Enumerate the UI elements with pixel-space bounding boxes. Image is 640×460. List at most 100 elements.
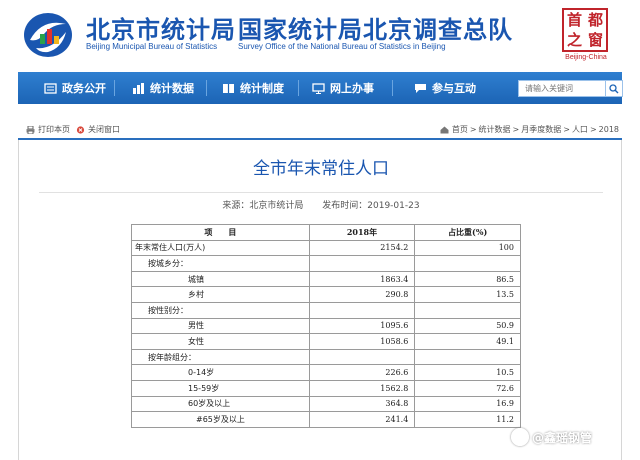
- article-content: 全市年末常住人口 来源：北京市统计局 发布时间：2019-01-23 项 目 2…: [18, 140, 622, 460]
- table-row: 按城乡分：: [131, 255, 521, 272]
- title-divider: [39, 192, 603, 193]
- search-button[interactable]: [606, 80, 623, 97]
- close-window-label: 关闭窗口: [88, 125, 120, 134]
- cell-item: 年末常住人口(万人): [131, 239, 310, 257]
- close-icon: [76, 125, 85, 134]
- cell-value-2018: 226.6: [308, 364, 416, 381]
- cell-share: [414, 301, 521, 319]
- column-header-share: 占比重(%): [414, 224, 521, 241]
- print-page-label: 打印本页: [38, 125, 70, 134]
- breadcrumb-2018[interactable]: 2018: [599, 125, 619, 134]
- cell-share: 49.1: [414, 333, 521, 350]
- table-row: 城镇 1863.4 86.5: [131, 270, 521, 288]
- nav-item-online-services[interactable]: 网上办事: [312, 72, 374, 104]
- close-window-link[interactable]: 关闭窗口: [76, 124, 120, 135]
- print-page-link[interactable]: 打印本页: [26, 124, 70, 135]
- table-header-row: 项 目 2018年 占比重(%): [131, 224, 521, 241]
- cell-share: 50.9: [414, 317, 521, 335]
- table-row: 男性 1095.6 50.9: [131, 317, 521, 335]
- cell-value-2018: [308, 301, 416, 319]
- breadcrumb-population[interactable]: 人口: [572, 124, 588, 135]
- nav-item-label: 统计数据: [150, 82, 194, 95]
- cell-value-2018: 1058.6: [308, 333, 416, 350]
- seal-char-3: 之: [566, 30, 582, 49]
- seal-char-2: 都: [587, 10, 603, 29]
- cell-item: 按城乡分：: [131, 255, 310, 272]
- table-row: #65岁及以上 241.4 11.2: [131, 411, 521, 428]
- column-header-2018: 2018年: [308, 224, 416, 241]
- nav-item-label: 参与互动: [432, 82, 476, 95]
- cell-value-2018: 1562.8: [308, 379, 416, 397]
- table-row: 年末常住人口(万人) 2154.2 100: [131, 239, 521, 257]
- population-table: 项 目 2018年 占比重(%) 年末常住人口(万人) 2154.2 100 按城乡分…: [131, 224, 521, 428]
- article-source: 来源：北京市统计局: [222, 201, 304, 211]
- bar-chart-icon: [133, 82, 144, 94]
- bureau-logo-icon: [24, 13, 72, 57]
- table-body: 年末常住人口(万人) 2154.2 100 按城乡分： 城镇 1863.4 86.5 乡村 29…: [131, 239, 521, 428]
- chat-icon: [415, 83, 426, 93]
- cell-value-2018: [308, 255, 416, 272]
- seal-char-4: 窗: [587, 30, 603, 49]
- watermark: @鑫瑶钢管: [511, 428, 592, 446]
- cell-value-2018: [308, 348, 416, 366]
- nav-item-government-affairs[interactable]: 政务公开: [44, 72, 106, 104]
- cell-share: 16.9: [414, 395, 521, 413]
- cell-share: 86.5: [414, 270, 521, 288]
- nav-divider: [392, 80, 393, 96]
- cell-item: 女性: [131, 333, 310, 350]
- table-row: 60岁及以上 364.8 16.9: [131, 395, 521, 413]
- nav-item-participation[interactable]: 参与互动: [414, 72, 476, 104]
- home-icon: [440, 126, 449, 133]
- table-row: 女性 1058.6 49.1: [131, 333, 521, 350]
- breadcrumb-home[interactable]: 首页: [452, 124, 468, 135]
- main-nav: 政务公开 统计数据 统计制度 网上办事 参与互动: [18, 72, 623, 104]
- seal-caption: Beijing-China: [565, 54, 607, 61]
- table-row: 15-59岁 1562.8 72.6: [131, 379, 521, 397]
- watermark-text: @鑫瑶钢管: [532, 430, 593, 445]
- cell-value-2018: 241.4: [308, 411, 416, 428]
- cell-item: 60岁及以上: [131, 395, 310, 413]
- cell-value-2018: 290.8: [308, 286, 416, 303]
- nav-item-statistical-system[interactable]: 统计制度: [222, 72, 284, 104]
- site-header: 北京市统计局 Beijing Municipal Bureau of Stati…: [0, 0, 640, 72]
- bureau-name-en: Beijing Municipal Bureau of Statistics: [86, 42, 218, 51]
- book-icon: [223, 83, 234, 93]
- tool-row: 打印本页 关闭窗口 首页 > 统计数据 > 月季度数据 > 人口 > 2018: [18, 118, 622, 140]
- article-published-time: 发布时间：2019-01-23: [322, 201, 420, 211]
- cell-share: 100: [414, 239, 521, 257]
- cell-item: 按年龄组分：: [131, 348, 310, 366]
- nav-item-statistical-data[interactable]: 统计数据: [132, 72, 194, 104]
- cell-item: 男性: [131, 317, 310, 335]
- article-meta: 来源：北京市统计局 发布时间：2019-01-23: [19, 198, 623, 211]
- breadcrumb-monthly-quarterly-data[interactable]: 月季度数据: [521, 124, 561, 135]
- printer-icon: [26, 125, 35, 134]
- cell-item: 乡村: [131, 286, 310, 303]
- table-row: 按性别分：: [131, 301, 521, 319]
- cell-item: 城镇: [131, 270, 310, 288]
- nav-divider: [114, 80, 115, 96]
- table-row: 0-14岁 226.6 10.5: [131, 364, 521, 381]
- cell-item: 按性别分：: [131, 301, 310, 319]
- cell-value-2018: 1863.4: [308, 270, 416, 288]
- cell-value-2018: 364.8: [308, 395, 416, 413]
- capital-window-seal[interactable]: 首 都 之 窗: [562, 8, 608, 52]
- page-title: 全市年末常住人口: [253, 159, 389, 179]
- cell-share: 72.6: [414, 379, 521, 397]
- monitor-icon: [312, 82, 325, 94]
- nav-divider: [206, 80, 207, 96]
- cell-share: 11.2: [414, 411, 521, 428]
- survey-office-name-cn: 国家统计局北京调查总队: [238, 16, 513, 44]
- search-input[interactable]: [518, 80, 606, 97]
- cell-share: [414, 255, 521, 272]
- cell-value-2018: 2154.2: [308, 239, 416, 257]
- document-icon: [44, 82, 57, 94]
- cell-share: 13.5: [414, 286, 521, 303]
- nav-item-label: 政务公开: [62, 82, 106, 95]
- nav-item-label: 网上办事: [330, 82, 374, 95]
- breadcrumb-statistical-data[interactable]: 统计数据: [479, 124, 511, 135]
- cell-share: 10.5: [414, 364, 521, 381]
- cell-share: [414, 348, 521, 366]
- nav-item-label: 统计制度: [240, 82, 284, 95]
- search-icon: [609, 83, 619, 93]
- cell-item: 0-14岁: [131, 364, 310, 381]
